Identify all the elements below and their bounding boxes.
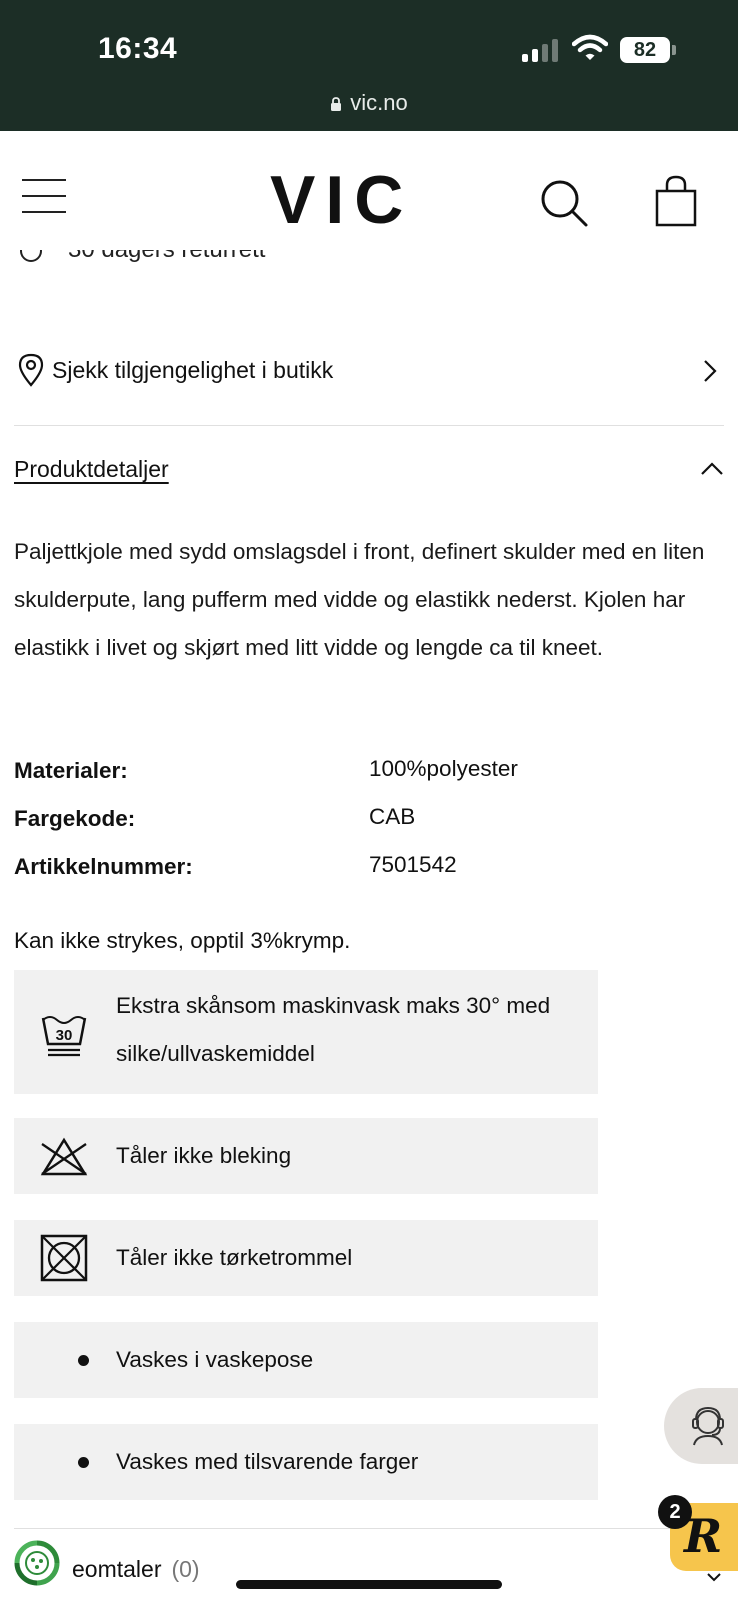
care-item-label: Vaskes med tilsvarende farger (116, 1449, 419, 1474)
bullet-icon (78, 1457, 89, 1468)
spec-label: Materialer: (14, 758, 128, 783)
wash-temp-label: 30 (56, 1027, 73, 1044)
store-availability-link[interactable]: Sjekk tilgjengelighet i butikk (14, 345, 724, 401)
care-note: Kan ikke strykes, opptil 3%krymp. (14, 928, 351, 953)
spec-value: 100%polyester (369, 756, 518, 781)
battery-nub (672, 45, 676, 55)
care-item-label: Tåler ikke bleking (116, 1143, 292, 1168)
spec-row: Materialer: 100%polyester (14, 750, 714, 798)
return-icon (20, 250, 42, 262)
care-item-label: Ekstra skånsom maskinvask maks 30° med s… (116, 993, 551, 1066)
store-availability-label: Sjekk tilgjengelighet i butikk (52, 357, 334, 383)
clock: 16:34 (98, 32, 178, 65)
spec-value: 7501542 (369, 852, 457, 877)
chevron-right-icon (704, 360, 717, 382)
hamburger-menu-icon[interactable] (22, 179, 66, 215)
cellular-signal-icon (522, 38, 558, 62)
care-item-similar-colors: Vaskes med tilsvarende farger (14, 1424, 598, 1500)
wash-30-icon: 30 (41, 1016, 87, 1057)
divider (14, 1528, 724, 1529)
no-tumble-dry-icon (40, 1234, 88, 1282)
spec-row: Fargekode: CAB (14, 798, 714, 846)
care-item-wash: 30 Ekstra skånsom maskinvask maks 30° me… (14, 970, 598, 1094)
returns-label: 30 dagers returrett (68, 250, 265, 264)
care-item-label: Tåler ikke tørketrommel (116, 1245, 353, 1270)
divider (14, 425, 724, 426)
notification-badge: 2 (658, 1495, 692, 1529)
search-icon[interactable] (538, 177, 590, 229)
home-indicator (236, 1580, 502, 1589)
reviews-label: eomtaler (72, 1556, 162, 1582)
spec-value: CAB (369, 804, 416, 829)
site-header: VIC (0, 131, 738, 246)
battery-indicator: 82 (620, 37, 670, 63)
reviews-toggle[interactable]: eomtaler (0) (72, 1556, 200, 1583)
sustainability-icon[interactable] (14, 1540, 60, 1586)
reviews-count: (0) (171, 1556, 200, 1582)
support-agent-icon (692, 1406, 724, 1446)
care-item-label: Vaskes i vaskepose (116, 1347, 314, 1372)
spec-label: Fargekode: (14, 806, 136, 831)
product-details-toggle[interactable]: Produktdetaljer (14, 456, 169, 483)
site-logo[interactable]: VIC (270, 161, 413, 239)
chevron-up-icon[interactable] (700, 461, 724, 477)
care-item-laundry-bag: Vaskes i vaskepose (14, 1322, 598, 1398)
no-bleach-icon (40, 1137, 88, 1176)
shopping-bag-icon[interactable] (654, 175, 698, 227)
returns-info-row: 30 dagers returrett (14, 250, 714, 280)
url-text: vic.no (350, 90, 408, 115)
location-pin-icon (18, 353, 44, 387)
bullet-icon (78, 1355, 89, 1366)
care-item-tumble: Tåler ikke tørketrommel (14, 1220, 598, 1296)
product-description: Paljettkjole med sydd omslagsdel i front… (14, 539, 705, 660)
customer-support-button[interactable] (664, 1388, 738, 1464)
care-item-bleach: Tåler ikke bleking (14, 1118, 598, 1194)
lock-icon (331, 97, 342, 111)
address-bar[interactable]: vic.no (0, 90, 738, 116)
wifi-icon (572, 34, 608, 60)
chevron-down-icon[interactable] (706, 1572, 722, 1582)
product-specs: Materialer: 100%polyester Fargekode: CAB… (14, 750, 714, 894)
spec-label: Artikkelnummer: (14, 854, 193, 879)
spec-row: Artikkelnummer: 7501542 (14, 846, 714, 894)
status-bar: 16:34 82 vic.no (0, 0, 738, 131)
